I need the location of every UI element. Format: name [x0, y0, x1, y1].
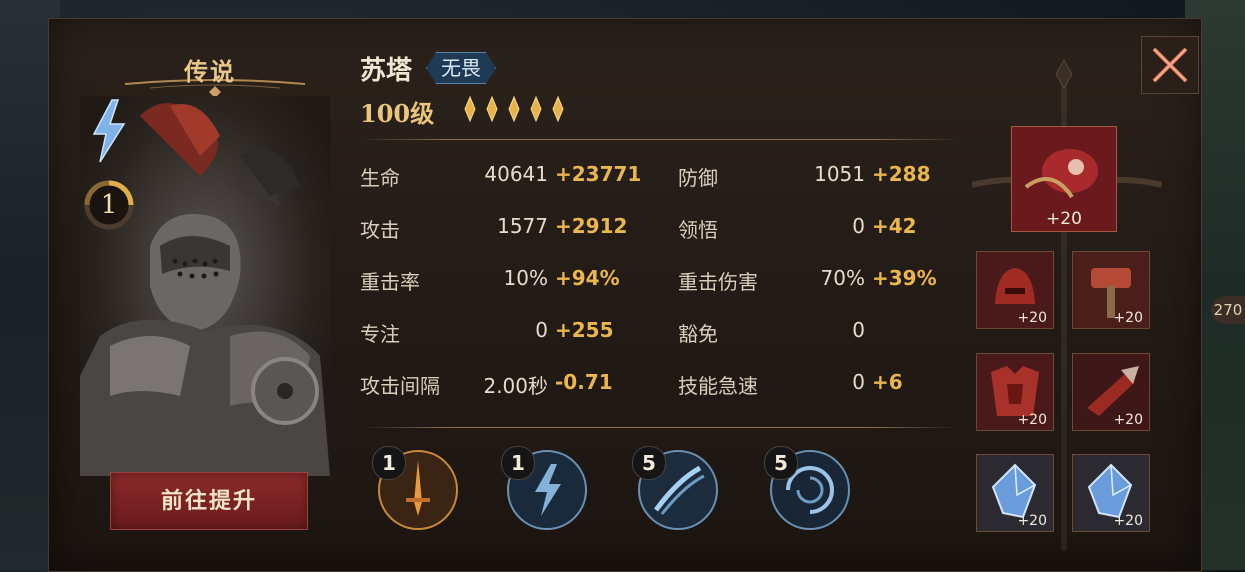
- stat-label: 专注: [360, 322, 400, 346]
- awaken-level: 1: [100, 190, 118, 220]
- enhance-level: +20: [1113, 310, 1143, 326]
- stat-base-value: 40641: [484, 162, 548, 186]
- stat-label: 领悟: [678, 218, 718, 242]
- skill-level-badge: 1: [372, 446, 406, 480]
- stat-base-value: 0: [852, 318, 865, 342]
- stat-base-value: 1577: [497, 214, 548, 238]
- stat-label: 豁免: [678, 322, 718, 346]
- equipment-slot-gauntlet[interactable]: +20: [1072, 353, 1150, 431]
- enhance-level: +20: [1017, 513, 1047, 529]
- stat-base-value: 0: [852, 370, 865, 394]
- stat-bonus-value: +6: [872, 370, 903, 394]
- skill-level-badge: 5: [632, 446, 666, 480]
- equipment-slot-armor[interactable]: +20: [976, 353, 1054, 431]
- enhance-level: +20: [1113, 513, 1143, 529]
- stat-label: 防御: [678, 166, 718, 190]
- lightning-element-icon: [92, 99, 126, 163]
- stat-label: 攻击间隔: [360, 374, 440, 398]
- stat-base-value: 70%: [820, 266, 865, 290]
- stat-bonus-value: +23771: [555, 162, 642, 186]
- star-icon: [530, 96, 542, 122]
- stat-label: 重击率: [360, 270, 420, 294]
- stat-bonus-value: +255: [555, 318, 614, 342]
- star-icon: [464, 96, 476, 122]
- enhance-level: +20: [1046, 209, 1082, 229]
- hero-level: 100级: [360, 99, 435, 128]
- skill-level-badge: 5: [764, 446, 798, 480]
- equipment-slot-crystal-2[interactable]: +20: [1072, 454, 1150, 532]
- equipment-slot-hammer[interactable]: +20: [1072, 251, 1150, 329]
- equipment-slot-crystal-1[interactable]: +20: [976, 454, 1054, 532]
- stat-base-value: 2.00秒: [483, 374, 548, 398]
- equipment-slot-weapon-main[interactable]: +20: [1011, 126, 1117, 232]
- upgrade-button[interactable]: 前往提升: [110, 472, 308, 530]
- divider-bottom: [360, 427, 960, 428]
- stat-label: 生命: [360, 166, 400, 190]
- stat-base-value: 0: [535, 318, 548, 342]
- stat-bonus-value: +94%: [555, 266, 620, 290]
- stat-base-value: 1051: [814, 162, 865, 186]
- stat-bonus-value: +288: [872, 162, 931, 186]
- star-icon: [486, 96, 498, 122]
- stat-bonus-value: +39%: [872, 266, 937, 290]
- star-rating: [460, 96, 568, 122]
- stat-base-value: 0: [852, 214, 865, 238]
- star-icon: [508, 96, 520, 122]
- stat-bonus-value: +42: [872, 214, 917, 238]
- enhance-level: +20: [1017, 310, 1047, 326]
- stat-bonus-value: -0.71: [555, 370, 613, 394]
- hero-name: 苏塔: [360, 56, 413, 86]
- faction-tag: 无畏: [426, 52, 496, 84]
- stat-bonus-value: +2912: [555, 214, 628, 238]
- enhance-level: +20: [1017, 412, 1047, 428]
- divider-top: [360, 139, 960, 140]
- stat-base-value: 10%: [503, 266, 548, 290]
- side-counter: 270: [1211, 296, 1245, 324]
- skill-level-badge: 1: [501, 446, 535, 480]
- enhance-level: +20: [1113, 412, 1143, 428]
- stat-label: 攻击: [360, 218, 400, 242]
- star-icon: [552, 96, 564, 122]
- stat-label: 重击伤害: [678, 270, 758, 294]
- stat-label: 技能急速: [678, 374, 758, 398]
- equipment-slot-helmet[interactable]: +20: [976, 251, 1054, 329]
- rarity-label: 传说: [184, 57, 236, 86]
